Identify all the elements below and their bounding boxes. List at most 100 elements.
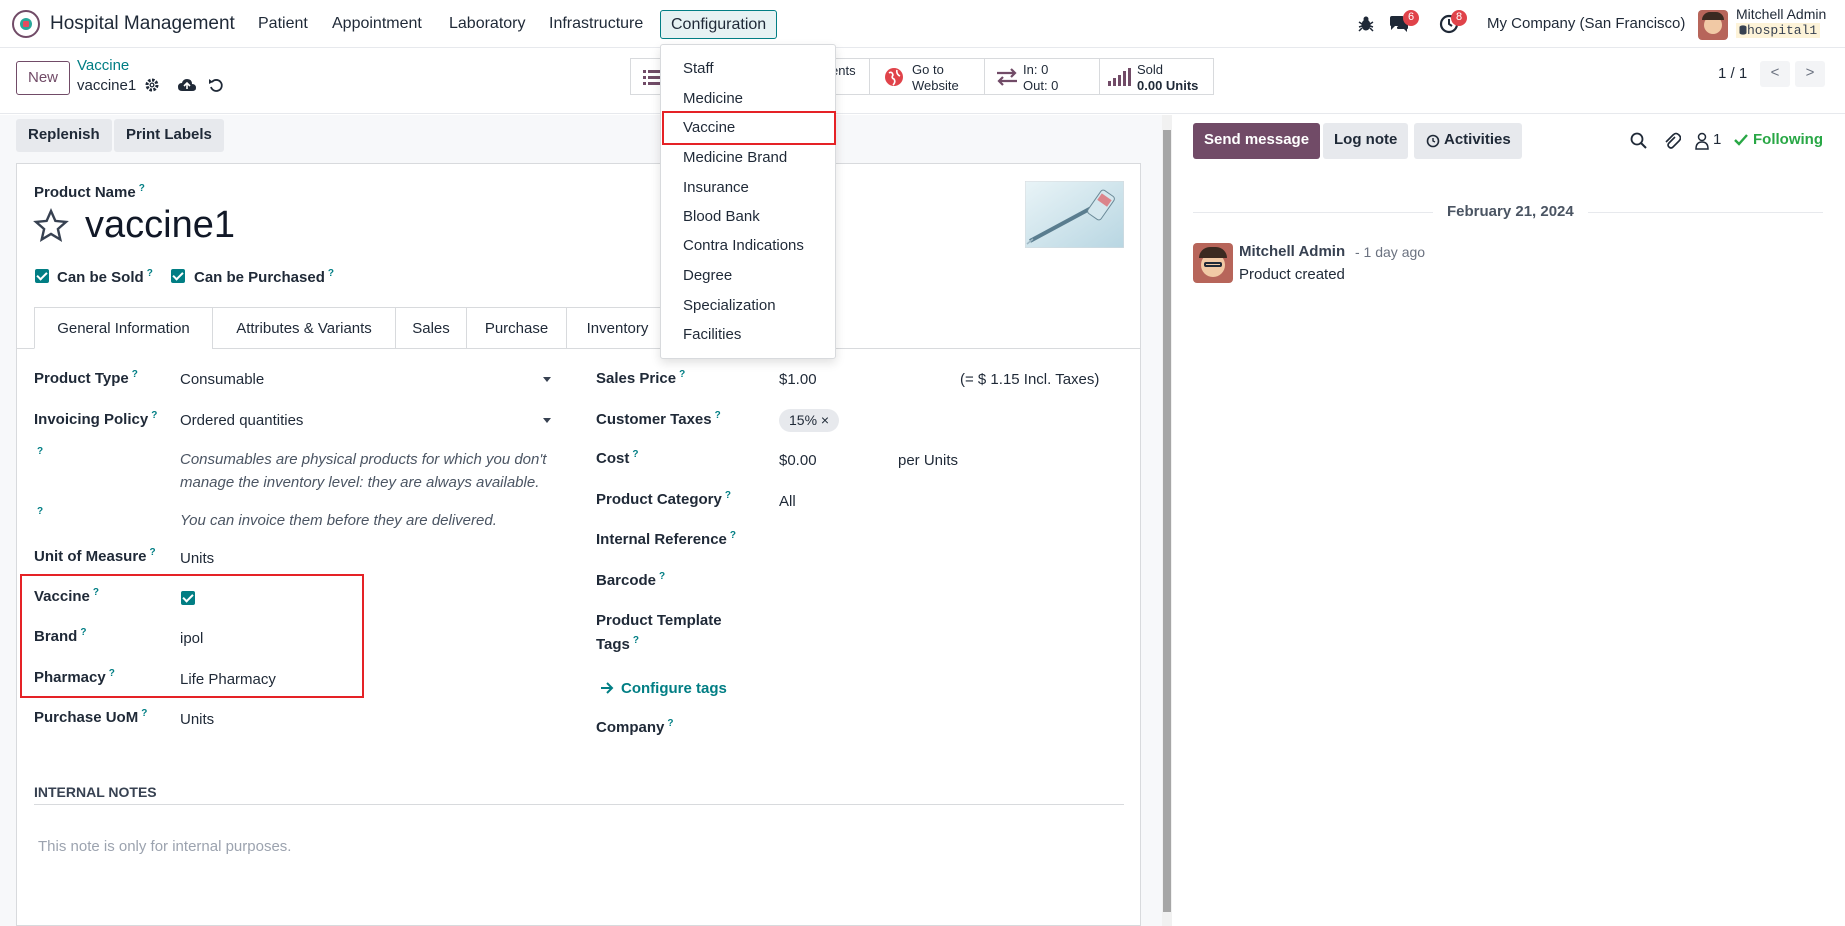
help-tooltip-icon[interactable]: ? xyxy=(679,369,685,380)
menu-patient[interactable]: Patient xyxy=(258,15,308,33)
tab-purchase[interactable]: Purchase xyxy=(466,307,567,349)
pager-prev-button[interactable]: < xyxy=(1760,61,1790,87)
following-button[interactable]: Following xyxy=(1753,131,1823,148)
help-tooltip-icon[interactable]: ? xyxy=(147,268,153,279)
favorite-star-icon[interactable] xyxy=(33,208,69,244)
menu-appointment[interactable]: Appointment xyxy=(332,15,422,33)
internal-reference-label: Internal Reference? xyxy=(596,530,736,548)
form-scrollbar-thumb[interactable] xyxy=(1163,130,1171,912)
menu-infrastructure[interactable]: Infrastructure xyxy=(549,15,643,33)
database-name: hospital1 xyxy=(1736,23,1821,38)
help-tooltip-icon[interactable]: ? xyxy=(328,268,334,279)
help-tooltip-icon[interactable]: ? xyxy=(632,449,638,460)
database-name-text: hospital1 xyxy=(1747,23,1818,38)
dropdown-item-specialization[interactable]: Specialization xyxy=(683,297,776,314)
unit-of-measure-label-text: Unit of Measure xyxy=(34,548,147,565)
can-be-sold-checkbox[interactable] xyxy=(35,269,49,283)
new-button[interactable]: New xyxy=(16,61,70,95)
can-be-purchased-checkbox[interactable] xyxy=(171,269,185,283)
highlight-box-vaccine-menu xyxy=(662,111,836,145)
pager-value[interactable]: 1 / 1 xyxy=(1718,65,1747,82)
internal-notes-input[interactable]: This note is only for internal purposes. xyxy=(38,838,291,855)
save-cloud-icon[interactable] xyxy=(177,77,197,93)
help-tooltip-icon[interactable]: ? xyxy=(633,635,639,646)
tab-general-information[interactable]: General Information xyxy=(34,307,213,349)
log-note-button[interactable]: Log note xyxy=(1323,123,1409,159)
sales-price-label: Sales Price? xyxy=(596,369,685,387)
tax-tag[interactable]: 15% × xyxy=(779,409,840,432)
user-avatar[interactable] xyxy=(1698,10,1728,40)
search-icon[interactable] xyxy=(1630,132,1648,150)
dropdown-item-insurance[interactable]: Insurance xyxy=(683,179,749,196)
can-be-purchased-label-text: Can be Purchased xyxy=(194,269,325,286)
help-tooltip-icon[interactable]: ? xyxy=(139,183,145,194)
barcode-label: Barcode? xyxy=(596,571,665,589)
activities-button[interactable]: Activities xyxy=(1414,123,1522,159)
can-be-purchased-label: Can be Purchased? xyxy=(194,268,334,286)
dropdown-item-medicine-brand[interactable]: Medicine Brand xyxy=(683,149,787,166)
product-type-select[interactable]: Consumable xyxy=(180,371,264,388)
menu-configuration[interactable]: Configuration xyxy=(660,10,777,39)
help-tooltip-icon[interactable]: ? xyxy=(132,369,138,380)
product-category-label-text: Product Category xyxy=(596,491,722,508)
chevron-down-icon[interactable] xyxy=(543,418,551,423)
sales-price-value[interactable]: $1.00 xyxy=(779,371,817,388)
dropdown-item-contra-indications[interactable]: Contra Indications xyxy=(683,237,804,254)
chevron-down-icon[interactable] xyxy=(543,377,551,382)
tab-inventory[interactable]: Inventory xyxy=(566,307,669,349)
tab-attributes-variants[interactable]: Attributes & Variants xyxy=(212,307,396,349)
message-author[interactable]: Mitchell Admin xyxy=(1239,243,1345,260)
can-be-sold-label-text: Can be Sold xyxy=(57,269,144,286)
help-tooltip-icon[interactable]: ? xyxy=(141,708,147,719)
dropdown-item-degree[interactable]: Degree xyxy=(683,267,732,284)
dropdown-item-staff[interactable]: Staff xyxy=(683,60,714,77)
help-tooltip-icon[interactable]: ? xyxy=(659,571,665,582)
author-avatar[interactable] xyxy=(1193,243,1233,283)
company-label-text: Company xyxy=(596,719,665,736)
user-name[interactable]: Mitchell Admin xyxy=(1736,6,1826,22)
unit-of-measure-value[interactable]: Units xyxy=(180,550,214,567)
followers-user-icon[interactable] xyxy=(1694,132,1710,150)
product-name-value[interactable]: vaccine1 xyxy=(85,204,235,247)
invoicing-policy-select[interactable]: Ordered quantities xyxy=(180,412,303,429)
send-message-button[interactable]: Send message xyxy=(1193,123,1321,159)
discard-undo-icon[interactable] xyxy=(208,77,224,93)
gear-icon[interactable] xyxy=(144,77,160,93)
help-tooltip-icon[interactable]: ? xyxy=(667,718,673,729)
help-tooltip-icon[interactable]: ? xyxy=(725,490,731,501)
menu-laboratory[interactable]: Laboratory xyxy=(449,15,526,33)
smart-website-line1: Go to xyxy=(912,62,944,77)
dropdown-item-facilities[interactable]: Facilities xyxy=(683,326,741,343)
replenish-button[interactable]: Replenish xyxy=(16,119,112,152)
breadcrumb-parent[interactable]: Vaccine xyxy=(77,57,129,74)
template-tags-label-line2: Tags? xyxy=(596,635,639,653)
help-tooltip-icon[interactable]: ? xyxy=(150,547,156,558)
help-tooltip-icon[interactable]: ? xyxy=(37,446,43,457)
dropdown-item-medicine[interactable]: Medicine xyxy=(683,90,743,107)
pager-next-button[interactable]: > xyxy=(1795,61,1825,87)
help-tooltip-icon[interactable]: ? xyxy=(715,410,721,421)
smart-button-sold[interactable]: Sold 0.00 Units xyxy=(1099,58,1214,95)
print-labels-button[interactable]: Print Labels xyxy=(114,119,224,152)
activities-button-label: Activities xyxy=(1444,131,1511,148)
smart-button-in-out[interactable]: In: 0 Out: 0 xyxy=(984,58,1100,95)
hospital-app-icon[interactable] xyxy=(12,10,40,38)
tab-sales[interactable]: Sales xyxy=(395,307,467,349)
company-switcher[interactable]: My Company (San Francisco) xyxy=(1487,15,1685,32)
help-tooltip-icon[interactable]: ? xyxy=(37,506,43,517)
help-tooltip-icon[interactable]: ? xyxy=(730,530,736,541)
app-name[interactable]: Hospital Management xyxy=(50,13,235,35)
product-image[interactable] xyxy=(1025,181,1124,248)
followers-count[interactable]: 1 xyxy=(1713,131,1721,148)
purchase-uom-label-text: Purchase UoM xyxy=(34,709,139,726)
dropdown-item-blood-bank[interactable]: Blood Bank xyxy=(683,208,760,225)
cost-value[interactable]: $0.00 xyxy=(779,452,817,469)
help-tooltip-icon[interactable]: ? xyxy=(151,410,157,421)
company-label: Company? xyxy=(596,718,673,736)
product-category-value[interactable]: All xyxy=(779,493,796,510)
debug-bug-icon[interactable] xyxy=(1356,14,1376,34)
configure-tags-link[interactable]: Configure tags xyxy=(621,680,727,697)
purchase-uom-value[interactable]: Units xyxy=(180,711,214,728)
paperclip-icon[interactable] xyxy=(1663,131,1681,151)
smart-button-website[interactable]: Go to Website xyxy=(869,58,985,95)
